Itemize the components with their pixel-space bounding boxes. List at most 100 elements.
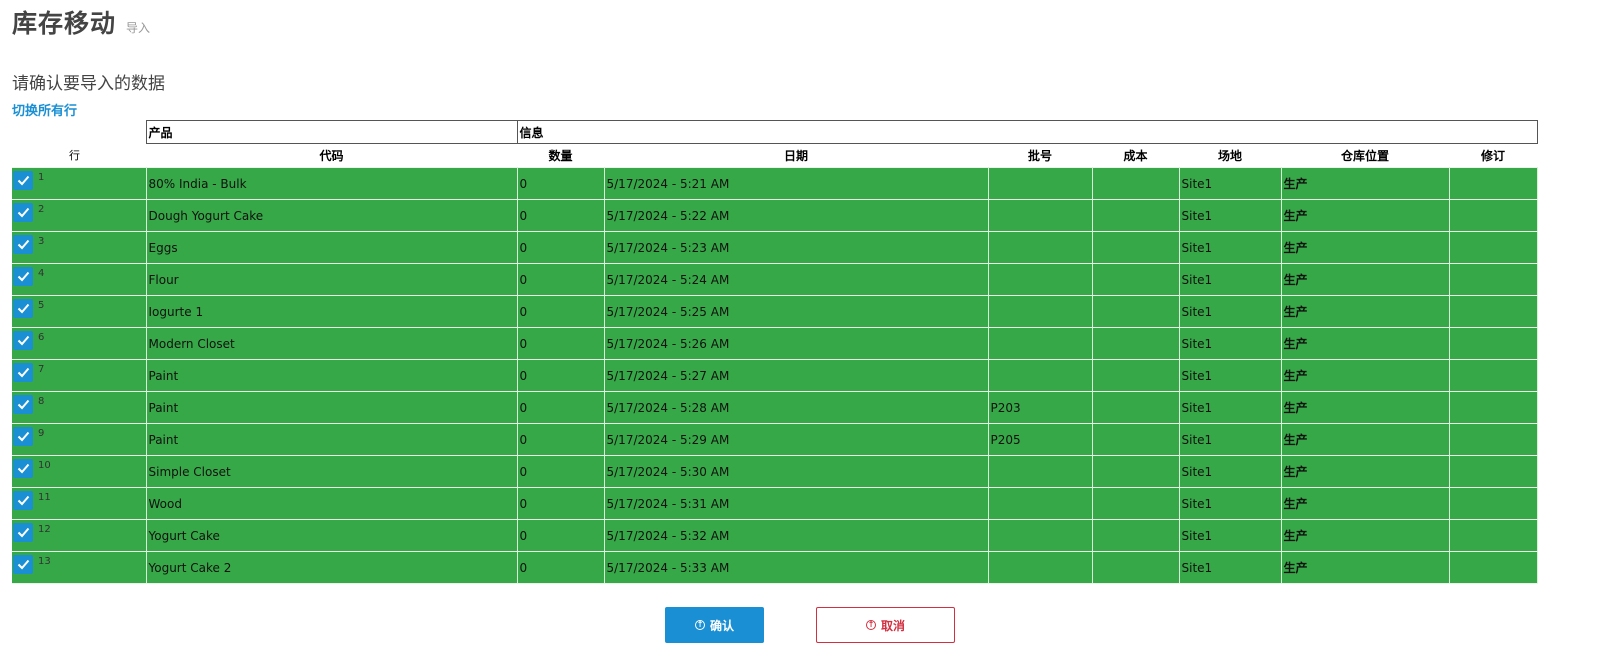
cell-date: 5/17/2024 - 5:29 AM — [603, 423, 989, 456]
row-select-cell: 9 — [12, 423, 137, 456]
row-checkbox[interactable] — [13, 299, 33, 318]
row-checkbox[interactable] — [13, 267, 33, 286]
cell-cost — [1091, 391, 1180, 424]
row-checkbox[interactable] — [13, 331, 33, 350]
page-header: 库存移动 导入 — [12, 4, 150, 40]
cell-location: 生产 — [1280, 327, 1450, 360]
row-select-cell: 6 — [12, 327, 137, 360]
row-select-cell: 11 — [12, 487, 137, 520]
row-checkbox[interactable] — [13, 523, 33, 542]
row-number: 6 — [38, 332, 45, 343]
cell-date: 5/17/2024 - 5:32 AM — [603, 519, 989, 552]
table-row: 3 Eggs 0 5/17/2024 - 5:23 AM Site1 生产 — [12, 231, 1538, 264]
check-icon — [17, 175, 29, 186]
cell-code: Simple Closet — [145, 455, 518, 488]
import-preview-table: 产品 信息 行 代码 数量 日期 批号 成本 场地 仓库位置 修订 1 80% I… — [12, 120, 1538, 584]
cell-batch — [987, 263, 1093, 296]
row-number: 8 — [38, 396, 45, 407]
row-number: 5 — [38, 300, 45, 311]
check-icon — [17, 431, 29, 442]
cell-revision — [1448, 519, 1538, 552]
column-header-site: 场地 — [1179, 143, 1281, 168]
cell-cost — [1091, 423, 1180, 456]
cell-quantity: 0 — [516, 487, 605, 520]
row-number: 7 — [38, 364, 45, 375]
cell-batch — [987, 295, 1093, 328]
cell-revision — [1448, 455, 1538, 488]
check-icon — [17, 335, 29, 346]
row-checkbox[interactable] — [13, 363, 33, 382]
cell-cost — [1091, 327, 1180, 360]
group-header-info: 信息 — [516, 120, 1538, 144]
cancel-button[interactable]: ↑ 取消 — [816, 607, 955, 643]
cell-quantity: 0 — [516, 423, 605, 456]
row-checkbox[interactable] — [13, 555, 33, 574]
cell-site: Site1 — [1178, 487, 1282, 520]
cell-code: Wood — [145, 487, 518, 520]
row-checkbox[interactable] — [13, 235, 33, 254]
table-row: 7 Paint 0 5/17/2024 - 5:27 AM Site1 生产 — [12, 359, 1538, 392]
group-header-product: 产品 — [145, 120, 518, 144]
cell-location: 生产 — [1280, 423, 1450, 456]
cell-code: Iogurte 1 — [145, 295, 518, 328]
table-row: 10 Simple Closet 0 5/17/2024 - 5:30 AM Site1… — [12, 455, 1538, 488]
cell-cost — [1091, 263, 1180, 296]
cell-site: Site1 — [1178, 391, 1282, 424]
cell-code: Paint — [145, 391, 518, 424]
toggle-all-rows-link[interactable]: 切换所有行 — [12, 100, 77, 119]
cell-code: Yogurt Cake 2 — [145, 551, 518, 584]
row-checkbox[interactable] — [13, 171, 33, 190]
table-row: 13 Yogurt Cake 2 0 5/17/2024 - 5:33 AM Site1… — [12, 551, 1538, 584]
cell-quantity: 0 — [516, 551, 605, 584]
row-spacer-cell — [137, 519, 147, 552]
row-spacer-cell — [137, 551, 147, 584]
cell-site: Site1 — [1178, 359, 1282, 392]
page-subtitle: 导入 — [126, 21, 151, 35]
cell-location: 生产 — [1280, 455, 1450, 488]
cell-revision — [1448, 231, 1538, 264]
cell-date: 5/17/2024 - 5:25 AM — [603, 295, 989, 328]
cell-batch: P203 — [987, 391, 1093, 424]
cell-batch — [987, 359, 1093, 392]
row-checkbox[interactable] — [13, 395, 33, 414]
check-icon — [17, 559, 29, 570]
check-icon — [17, 207, 29, 218]
cell-batch — [987, 231, 1093, 264]
confirm-button[interactable]: ↑ 确认 — [665, 607, 764, 643]
check-icon — [17, 367, 29, 378]
cell-location: 生产 — [1280, 295, 1450, 328]
cell-code: Eggs — [145, 231, 518, 264]
check-icon — [17, 527, 29, 538]
row-spacer-cell — [137, 327, 147, 360]
cell-revision — [1448, 327, 1538, 360]
row-spacer-cell — [137, 359, 147, 392]
cell-quantity: 0 — [516, 519, 605, 552]
row-checkbox[interactable] — [13, 491, 33, 510]
row-select-cell: 1 — [12, 167, 137, 200]
row-checkbox[interactable] — [13, 427, 33, 446]
row-spacer-cell — [137, 487, 147, 520]
cancel-button-label: 取消 — [880, 618, 905, 633]
confirm-button-label: 确认 — [709, 618, 734, 633]
cell-location: 生产 — [1280, 391, 1450, 424]
row-number: 13 — [38, 556, 51, 567]
row-select-cell: 10 — [12, 455, 137, 488]
cell-cost — [1091, 199, 1180, 232]
cell-site: Site1 — [1178, 551, 1282, 584]
cell-batch — [987, 167, 1093, 200]
cell-date: 5/17/2024 - 5:28 AM — [603, 391, 989, 424]
cell-location: 生产 — [1280, 263, 1450, 296]
cell-date: 5/17/2024 - 5:23 AM — [603, 231, 989, 264]
cell-batch — [987, 551, 1093, 584]
cell-code: Paint — [145, 359, 518, 392]
cell-site: Site1 — [1178, 199, 1282, 232]
table-row: 5 Iogurte 1 0 5/17/2024 - 5:25 AM Site1 生产 — [12, 295, 1538, 328]
cell-site: Site1 — [1178, 327, 1282, 360]
row-checkbox[interactable] — [13, 203, 33, 222]
row-checkbox[interactable] — [13, 459, 33, 478]
column-header-cost: 成本 — [1092, 143, 1179, 168]
cell-site: Site1 — [1178, 263, 1282, 296]
cell-site: Site1 — [1178, 231, 1282, 264]
row-spacer-cell — [137, 423, 147, 456]
cell-quantity: 0 — [516, 167, 605, 200]
